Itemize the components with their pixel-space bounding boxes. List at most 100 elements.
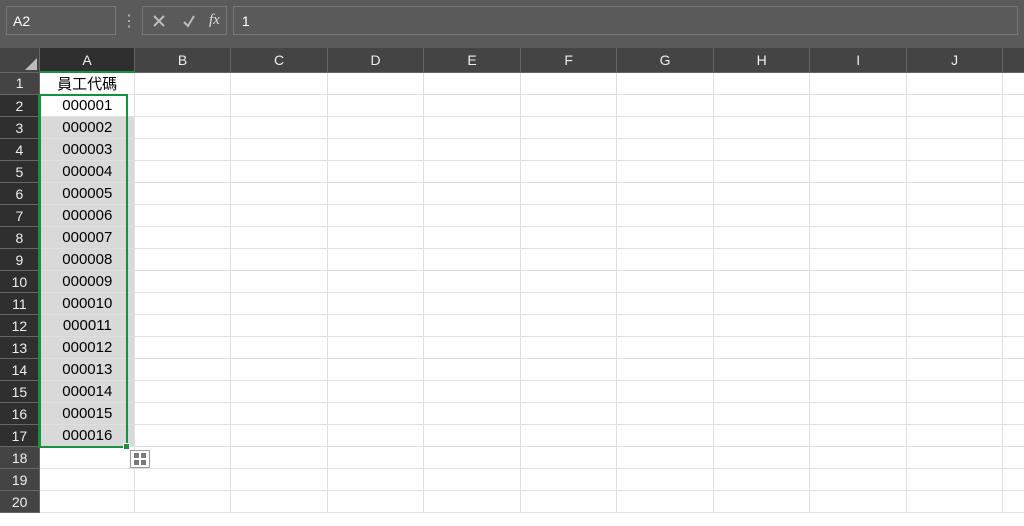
cell-C17[interactable]: [231, 425, 328, 447]
cell-J18[interactable]: [906, 447, 1003, 469]
cancel-button[interactable]: [149, 11, 169, 31]
cell-D12[interactable]: [327, 315, 424, 337]
cell-K14[interactable]: [1003, 359, 1024, 381]
cell-I14[interactable]: [810, 359, 907, 381]
cell-K9[interactable]: [1003, 249, 1024, 271]
cell-D16[interactable]: [327, 403, 424, 425]
cell-B16[interactable]: [134, 403, 231, 425]
cell-A1[interactable]: 員工代碼: [40, 72, 134, 95]
cell-E15[interactable]: [424, 381, 521, 403]
cell-I16[interactable]: [810, 403, 907, 425]
cell-K11[interactable]: [1003, 293, 1024, 315]
drag-handle-icon[interactable]: ⋮: [122, 6, 136, 36]
cell-G6[interactable]: [617, 183, 714, 205]
cell-K3[interactable]: [1003, 117, 1024, 139]
cell-H18[interactable]: [713, 447, 810, 469]
fx-label[interactable]: fx: [209, 12, 220, 29]
cell-H15[interactable]: [713, 381, 810, 403]
cell-I19[interactable]: [810, 469, 907, 491]
cell-E18[interactable]: [424, 447, 521, 469]
cell-F18[interactable]: [520, 447, 617, 469]
cell-G5[interactable]: [617, 161, 714, 183]
cell-H10[interactable]: [713, 271, 810, 293]
cell-J3[interactable]: [906, 117, 1003, 139]
column-header-I[interactable]: I: [810, 48, 907, 72]
cell-A16[interactable]: 000015: [40, 403, 134, 425]
row-header-7[interactable]: 7: [0, 205, 40, 227]
cell-D10[interactable]: [327, 271, 424, 293]
cell-K6[interactable]: [1003, 183, 1024, 205]
row-header-20[interactable]: 20: [0, 491, 40, 513]
cell-B19[interactable]: [134, 469, 231, 491]
row-header-5[interactable]: 5: [0, 161, 40, 183]
cell-H3[interactable]: [713, 117, 810, 139]
cell-D4[interactable]: [327, 139, 424, 161]
cell-D3[interactable]: [327, 117, 424, 139]
cell-I18[interactable]: [810, 447, 907, 469]
cell-B1[interactable]: [134, 72, 231, 95]
cell-D9[interactable]: [327, 249, 424, 271]
cell-B15[interactable]: [134, 381, 231, 403]
cell-F7[interactable]: [520, 205, 617, 227]
column-header-A[interactable]: A: [40, 48, 134, 72]
cell-H6[interactable]: [713, 183, 810, 205]
cell-J17[interactable]: [906, 425, 1003, 447]
cell-A17[interactable]: 000016: [40, 425, 134, 447]
cell-E14[interactable]: [424, 359, 521, 381]
cell-D6[interactable]: [327, 183, 424, 205]
cell-G13[interactable]: [617, 337, 714, 359]
cell-I13[interactable]: [810, 337, 907, 359]
cell-J19[interactable]: [906, 469, 1003, 491]
spreadsheet-grid[interactable]: ABCDEFGHIJK1員工代碼200000130000024000003500…: [0, 48, 1024, 526]
cell-I7[interactable]: [810, 205, 907, 227]
cell-H11[interactable]: [713, 293, 810, 315]
cell-I15[interactable]: [810, 381, 907, 403]
formula-input[interactable]: [233, 6, 1018, 35]
cell-I10[interactable]: [810, 271, 907, 293]
cell-G17[interactable]: [617, 425, 714, 447]
cell-C18[interactable]: [231, 447, 328, 469]
cell-I8[interactable]: [810, 227, 907, 249]
cell-C4[interactable]: [231, 139, 328, 161]
cell-C2[interactable]: [231, 95, 328, 117]
cell-J13[interactable]: [906, 337, 1003, 359]
row-header-9[interactable]: 9: [0, 249, 40, 271]
cell-E11[interactable]: [424, 293, 521, 315]
cell-F11[interactable]: [520, 293, 617, 315]
cell-D8[interactable]: [327, 227, 424, 249]
cell-E17[interactable]: [424, 425, 521, 447]
cell-C1[interactable]: [231, 72, 328, 95]
cell-A5[interactable]: 000004: [40, 161, 134, 183]
cell-J20[interactable]: [906, 491, 1003, 513]
cell-J10[interactable]: [906, 271, 1003, 293]
cell-J7[interactable]: [906, 205, 1003, 227]
cell-H2[interactable]: [713, 95, 810, 117]
cell-A4[interactable]: 000003: [40, 139, 134, 161]
row-header-2[interactable]: 2: [0, 95, 40, 117]
cell-K13[interactable]: [1003, 337, 1024, 359]
column-header-D[interactable]: D: [327, 48, 424, 72]
cell-I3[interactable]: [810, 117, 907, 139]
cell-A9[interactable]: 000008: [40, 249, 134, 271]
cell-G18[interactable]: [617, 447, 714, 469]
cell-A12[interactable]: 000011: [40, 315, 134, 337]
cell-E10[interactable]: [424, 271, 521, 293]
cell-F17[interactable]: [520, 425, 617, 447]
cell-F15[interactable]: [520, 381, 617, 403]
cell-E5[interactable]: [424, 161, 521, 183]
cell-A2[interactable]: 000001: [40, 95, 134, 117]
cell-G19[interactable]: [617, 469, 714, 491]
cell-B7[interactable]: [134, 205, 231, 227]
cell-J15[interactable]: [906, 381, 1003, 403]
cell-H12[interactable]: [713, 315, 810, 337]
cell-I5[interactable]: [810, 161, 907, 183]
cell-C10[interactable]: [231, 271, 328, 293]
cell-J1[interactable]: [906, 72, 1003, 95]
cell-G3[interactable]: [617, 117, 714, 139]
cell-B8[interactable]: [134, 227, 231, 249]
cell-G7[interactable]: [617, 205, 714, 227]
cell-D20[interactable]: [327, 491, 424, 513]
cell-K20[interactable]: [1003, 491, 1024, 513]
row-header-1[interactable]: 1: [0, 72, 40, 95]
cell-C16[interactable]: [231, 403, 328, 425]
